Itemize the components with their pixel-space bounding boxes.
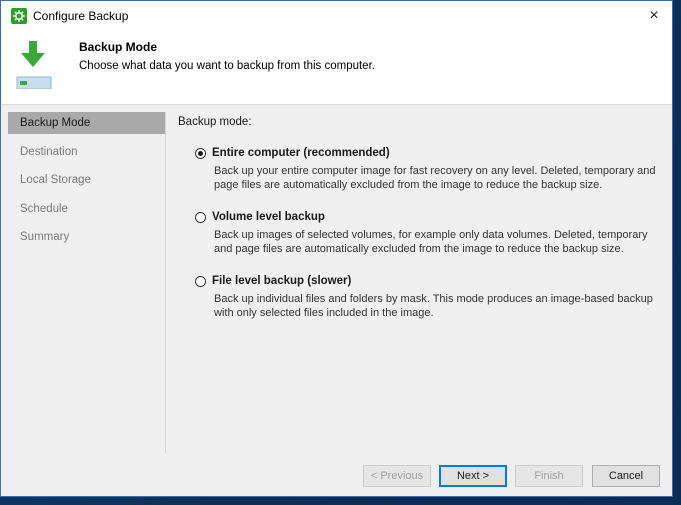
radio-button[interactable] xyxy=(195,275,206,287)
option-description: Back up images of selected volumes, for … xyxy=(214,229,648,255)
option-entire-computer: Entire computer (recommended) Back up yo… xyxy=(195,147,665,192)
sidebar-item-summary[interactable]: Summary xyxy=(8,226,165,248)
close-button[interactable]: × xyxy=(636,1,672,31)
radio-volume-level[interactable]: Volume level backup xyxy=(195,211,665,223)
backup-download-icon xyxy=(15,37,55,90)
option-volume-level: Volume level backup Back up images of se… xyxy=(195,211,665,256)
cancel-button[interactable]: Cancel xyxy=(592,465,660,487)
title-bar: Configure Backup × xyxy=(1,1,672,31)
app-gear-icon xyxy=(11,8,27,24)
close-icon: × xyxy=(649,7,659,24)
option-description: Back up individual files and folders by … xyxy=(214,293,653,319)
configure-backup-window: Configure Backup × Backup Mode Choose wh… xyxy=(0,0,673,497)
radio-button[interactable] xyxy=(195,211,206,223)
previous-button[interactable]: < Previous xyxy=(363,465,431,487)
page-title: Backup Mode xyxy=(79,40,158,54)
option-title: File level backup (slower) xyxy=(212,275,352,287)
next-button[interactable]: Next > xyxy=(439,465,507,487)
option-title: Volume level backup xyxy=(212,211,325,223)
option-description: Back up your entire computer image for f… xyxy=(214,165,656,191)
page-subtitle: Choose what data you want to backup from… xyxy=(79,60,375,72)
backup-mode-panel: Backup mode: Entire computer (recommende… xyxy=(178,116,668,319)
wizard-header: Backup Mode Choose what data you want to… xyxy=(1,31,672,104)
radio-button-selected[interactable] xyxy=(195,147,206,159)
radio-file-level[interactable]: File level backup (slower) xyxy=(195,275,665,287)
sidebar-item-backup-mode[interactable]: Backup Mode xyxy=(8,112,165,134)
sidebar-item-destination[interactable]: Destination xyxy=(8,141,165,163)
wizard-steps-sidebar: Backup Mode Destination Local Storage Sc… xyxy=(8,112,166,454)
finish-button[interactable]: Finish xyxy=(515,465,583,487)
sidebar-item-schedule[interactable]: Schedule xyxy=(8,198,165,220)
section-label: Backup mode: xyxy=(178,116,252,128)
window-title: Configure Backup xyxy=(33,9,129,23)
sidebar-item-local-storage[interactable]: Local Storage xyxy=(8,169,165,191)
wizard-body: Backup Mode Destination Local Storage Sc… xyxy=(1,104,672,454)
option-title: Entire computer (recommended) xyxy=(212,147,390,159)
option-file-level: File level backup (slower) Back up indiv… xyxy=(195,275,665,320)
radio-entire-computer[interactable]: Entire computer (recommended) xyxy=(195,147,665,159)
wizard-footer: < Previous Next > Finish Cancel xyxy=(1,453,672,496)
